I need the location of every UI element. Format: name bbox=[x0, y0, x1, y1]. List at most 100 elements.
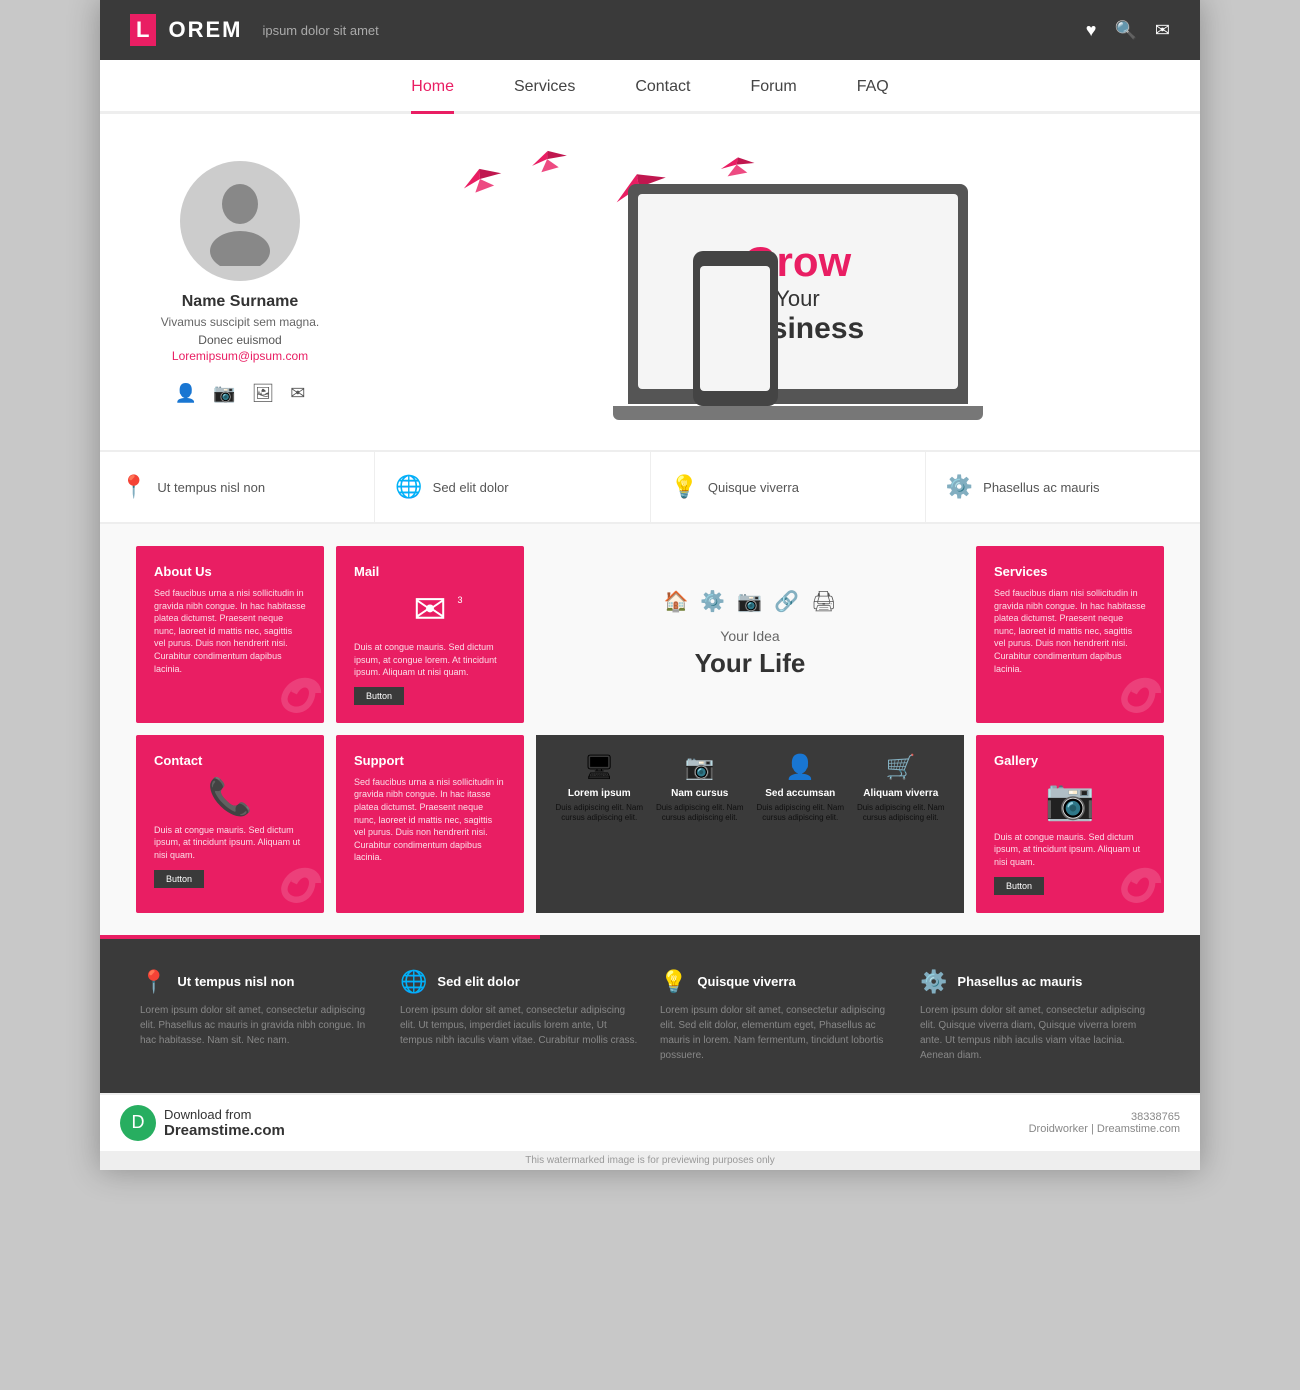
center-icon-home: 🏠 bbox=[663, 589, 688, 614]
phone-screen bbox=[700, 266, 770, 391]
camera-icon[interactable]: 📷 bbox=[213, 383, 235, 404]
globe-icon: 🌐 bbox=[395, 474, 422, 500]
watermark-bar: This watermarked image is for previewing… bbox=[100, 1151, 1200, 1170]
avatar bbox=[180, 161, 300, 281]
feature-item-0: 📍 Ut tempus nisl non bbox=[100, 452, 375, 522]
site-name: Dreamstime.com bbox=[164, 1122, 285, 1139]
nav-forum[interactable]: Forum bbox=[750, 78, 796, 111]
dreamstime-icon: D bbox=[120, 1105, 156, 1141]
ds-body-0: Duis adipiscing elit. Nam cursus adipisc… bbox=[554, 803, 645, 824]
nav-contact[interactable]: Contact bbox=[635, 78, 690, 111]
contact-button[interactable]: Button bbox=[154, 870, 204, 888]
nav-services[interactable]: Services bbox=[514, 78, 575, 111]
ds-icon-2: 👤 bbox=[755, 753, 846, 782]
center-icons-row: 🏠 ⚙️ 📷 🔗 🖨 bbox=[663, 589, 836, 614]
mail-body: Duis at congue mauris. Sed dictum ipsum,… bbox=[354, 641, 506, 679]
footer-feature-header-2: 💡 Quisque viverra bbox=[660, 969, 900, 995]
center-icon-print: 🖨 bbox=[811, 589, 836, 614]
footer-gear-icon: ⚙️ bbox=[920, 969, 947, 995]
phone-icon: 📞 bbox=[154, 776, 306, 818]
footer-feature-header-0: 📍 Ut tempus nisl non bbox=[140, 969, 380, 995]
feature-item-2: 💡 Quisque viverra bbox=[651, 452, 926, 522]
ds-col-2: 👤 Sed accumsan Duis adipiscing elit. Nam… bbox=[755, 753, 846, 824]
profile-social-icons: 👤 📷 🖼 ✉ bbox=[175, 383, 306, 404]
mail-badge: 3 bbox=[451, 591, 469, 609]
ds-body-1: Duis adipiscing elit. Nam cursus adipisc… bbox=[655, 803, 746, 824]
support-body: Sed faucibus urna a nisi sollicitudin in… bbox=[354, 776, 506, 864]
profile-area: Name Surname Vivamus suscipit sem magna.… bbox=[140, 161, 340, 404]
photo-icon[interactable]: 🖼 bbox=[251, 383, 274, 404]
gear-icon: ⚙️ bbox=[946, 474, 973, 500]
nav-faq[interactable]: FAQ bbox=[857, 78, 889, 111]
swirl-decoration-2 bbox=[1094, 653, 1164, 723]
footer-feature-body-1: Lorem ipsum dolor sit amet, consectetur … bbox=[400, 1003, 640, 1048]
dreamstime-text: Download from Dreamstime.com bbox=[164, 1107, 285, 1139]
mail-icon[interactable]: ✉ bbox=[1155, 20, 1170, 41]
watermark-text: This watermarked image is for previewing… bbox=[525, 1155, 775, 1166]
profile-sub: Donec euismod bbox=[198, 333, 281, 347]
gallery-card: Gallery 📷 Duis at congue mauris. Sed dic… bbox=[976, 735, 1164, 913]
download-label: Download from bbox=[164, 1107, 251, 1122]
ds-col-3: 🛒 Aliquam viverra Duis adipiscing elit. … bbox=[856, 753, 947, 824]
footer-location-icon: 📍 bbox=[140, 969, 167, 995]
support-title: Support bbox=[354, 753, 506, 768]
center-icon-link: 🔗 bbox=[774, 589, 799, 614]
logo-text: OREM bbox=[168, 17, 242, 43]
ds-col-1: 📷 Nam cursus Duis adipiscing elit. Nam c… bbox=[655, 753, 746, 824]
profile-email[interactable]: Loremipsum@ipsum.com bbox=[172, 349, 308, 363]
envelope-icon[interactable]: ✉ bbox=[290, 383, 305, 404]
header-icons: ♥ 🔍 ✉ bbox=[1086, 20, 1170, 41]
logo-area: L OREM ipsum dolor sit amet bbox=[130, 14, 379, 46]
feature-item-1: 🌐 Sed elit dolor bbox=[375, 452, 650, 522]
services-card: Services Sed faucibus diam nisi sollicit… bbox=[976, 546, 1164, 723]
site-header: L OREM ipsum dolor sit amet ♥ 🔍 ✉ bbox=[100, 0, 1200, 60]
gallery-camera-icon: 📷 bbox=[994, 776, 1146, 823]
footer-feature-body-3: Lorem ipsum dolor sit amet, consectetur … bbox=[920, 1003, 1160, 1063]
features-bar: 📍 Ut tempus nisl non 🌐 Sed elit dolor 💡 … bbox=[100, 450, 1200, 524]
mail-button[interactable]: Button bbox=[354, 687, 404, 705]
about-us-card: About Us Sed faucibus urna a nisi sollic… bbox=[136, 546, 324, 723]
location-icon: 📍 bbox=[120, 474, 147, 500]
ds-body-3: Duis adipiscing elit. Nam cursus adipisc… bbox=[856, 803, 947, 824]
profile-desc: Vivamus suscipit sem magna. bbox=[161, 315, 320, 329]
ds-icon-0: 🖥 bbox=[554, 753, 645, 782]
dreamstime-bar: D Download from Dreamstime.com 38338765 … bbox=[100, 1093, 1200, 1151]
footer-feature-3: ⚙️ Phasellus ac mauris Lorem ipsum dolor… bbox=[920, 969, 1160, 1063]
ds-title-3: Aliquam viverra bbox=[856, 788, 947, 799]
center-card: 🏠 ⚙️ 📷 🔗 🖨 Your Idea Your Life bbox=[536, 546, 964, 723]
ds-icon-3: 🛒 bbox=[856, 753, 947, 782]
ds-col-0: 🖥 Lorem ipsum Duis adipiscing elit. Nam … bbox=[554, 753, 645, 824]
phone-device bbox=[693, 251, 778, 406]
profile-name: Name Surname bbox=[182, 293, 299, 311]
laptop-screen: Grow Your Business bbox=[638, 194, 958, 389]
gallery-title: Gallery bbox=[994, 753, 1146, 768]
swirl-decoration-4 bbox=[1094, 843, 1164, 913]
feature-item-3: ⚙️ Phasellus ac mauris bbox=[926, 452, 1200, 522]
gallery-button[interactable]: Button bbox=[994, 877, 1044, 895]
search-icon[interactable]: 🔍 bbox=[1114, 20, 1136, 41]
ds-title-1: Nam cursus bbox=[655, 788, 746, 799]
ds-title-2: Sed accumsan bbox=[755, 788, 846, 799]
hero-section: Name Surname Vivamus suscipit sem magna.… bbox=[100, 114, 1200, 450]
services-card-title: Services bbox=[994, 564, 1146, 579]
swirl-decoration bbox=[254, 653, 324, 723]
support-card: Support Sed faucibus urna a nisi sollici… bbox=[336, 735, 524, 913]
heart-icon[interactable]: ♥ bbox=[1086, 20, 1097, 41]
dark-services-grid: 🖥 Lorem ipsum Duis adipiscing elit. Nam … bbox=[554, 753, 946, 824]
avatar-svg bbox=[200, 176, 280, 266]
footer-globe-icon: 🌐 bbox=[400, 969, 427, 995]
footer-feature-title-1: Sed elit dolor bbox=[437, 974, 519, 989]
feature-text-1: Sed elit dolor bbox=[433, 480, 509, 495]
feature-text-3: Phasellus ac mauris bbox=[983, 480, 1099, 495]
nav-home[interactable]: Home bbox=[411, 78, 454, 114]
footer-feature-body-2: Lorem ipsum dolor sit amet, consectetur … bbox=[660, 1003, 900, 1063]
laptop-device: Grow Your Business bbox=[613, 184, 983, 420]
user-icon[interactable]: 👤 bbox=[175, 383, 197, 404]
feature-text-2: Quisque viverra bbox=[708, 480, 799, 495]
main-nav: Home Services Contact Forum FAQ bbox=[100, 60, 1200, 114]
footer-feature-1: 🌐 Sed elit dolor Lorem ipsum dolor sit a… bbox=[400, 969, 640, 1063]
author-credit: Droidworker | Dreamstime.com bbox=[1029, 1123, 1180, 1135]
ds-icon-1: 📷 bbox=[655, 753, 746, 782]
hero-center: Grow Your Business bbox=[380, 144, 1160, 420]
logo-accent: L bbox=[130, 14, 156, 46]
